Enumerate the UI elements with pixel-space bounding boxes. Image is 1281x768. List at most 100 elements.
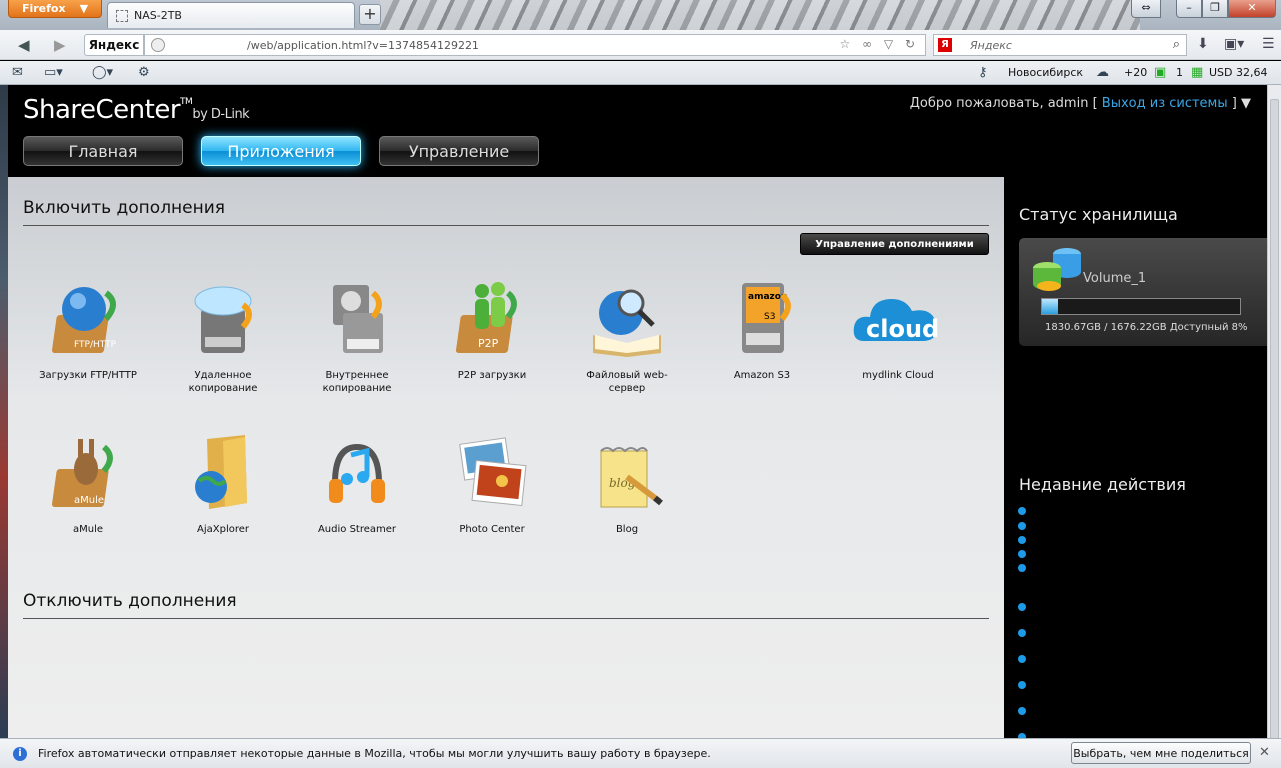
choose-data-button[interactable]: Выбрать, чем мне поделиться xyxy=(1071,742,1251,764)
key-icon[interactable]: ⚷ xyxy=(978,65,988,80)
recent-activity-title: Недавние действия xyxy=(1019,475,1186,494)
mail-icon[interactable]: ✉ xyxy=(12,65,23,80)
nav-home-button[interactable]: Главная xyxy=(23,136,183,166)
back-button[interactable]: ◀ xyxy=(18,36,30,54)
storage-status-title: Статус хранилища xyxy=(1019,205,1178,224)
welcome-bracket: ] xyxy=(1231,96,1237,111)
app-amazon-s3[interactable]: amazon S3 Amazon S3 xyxy=(707,279,817,382)
sharecenter-logo: ShareCenterTMby D-Link xyxy=(23,95,250,125)
photo-center-icon xyxy=(452,433,532,513)
search-placeholder: Яндекс xyxy=(970,38,1012,52)
window-controls: – ❐ ✕ xyxy=(1176,0,1276,18)
app-ajaxplorer[interactable]: AjaXplorer xyxy=(168,433,278,536)
ftp-http-icon: FTP/HTTP xyxy=(48,279,128,359)
currency-rate[interactable]: USD 32,64 xyxy=(1209,66,1268,79)
logout-link[interactable]: Выход из системы xyxy=(1102,96,1228,111)
settings-icon[interactable]: ⚙ xyxy=(138,65,150,80)
search-icon[interactable]: ⌕ xyxy=(1173,37,1180,52)
database-icon xyxy=(1031,246,1083,294)
addons-content: Включить дополнения Управление дополнени… xyxy=(8,177,1004,738)
screenshot-icon[interactable]: ▭▾ xyxy=(44,65,63,80)
svg-text:P2P: P2P xyxy=(478,337,499,350)
app-remote-backup[interactable]: Удаленное копирование xyxy=(168,279,278,395)
weather-temp[interactable]: +20 xyxy=(1124,66,1147,79)
chat-icon[interactable]: ◯▾ xyxy=(92,65,113,80)
volume-card[interactable]: Volume_1 1830.67GB / 1676.22GB Доступный… xyxy=(1019,238,1267,346)
tab-title: NAS-2TB xyxy=(134,9,182,22)
app-blog[interactable]: blog Blog xyxy=(572,433,682,536)
welcome-text: Добро пожаловать, admin [ Выход из систе… xyxy=(910,96,1251,111)
url-bar[interactable]: /web/application.html?v=1374854129221 ☆ … xyxy=(144,34,926,56)
app-label: Photo Center xyxy=(459,524,525,535)
menu-icon[interactable]: ☰ xyxy=(1262,36,1275,52)
browser-tab[interactable]: NAS-2TB xyxy=(107,2,355,28)
svg-text:FTP/HTTP: FTP/HTTP xyxy=(74,340,117,350)
manage-addons-label: Управление дополнениями xyxy=(815,238,974,250)
nav-applications-label: Приложения xyxy=(227,141,335,161)
local-backup-icon xyxy=(317,279,397,359)
yandex-button[interactable]: Яндекс xyxy=(84,34,144,56)
app-ftp-http[interactable]: FTP/HTTP Загрузки FTP/HTTP xyxy=(33,279,143,382)
manage-addons-button[interactable]: Управление дополнениями xyxy=(800,233,989,255)
window-titlebar: Firefox ▼ NAS-2TB + ⇔ – ❐ ✕ xyxy=(0,0,1281,30)
url-bar-icons[interactable]: ☆ ∞ ▽ ↻ xyxy=(840,37,919,51)
recent-activity-dot xyxy=(1018,681,1026,689)
recent-activity-dot xyxy=(1018,564,1026,572)
site-identity-icon[interactable] xyxy=(151,38,165,52)
recent-activity-dot xyxy=(1018,507,1026,515)
titlebar-background xyxy=(380,0,1140,30)
new-tab-button[interactable]: + xyxy=(359,4,381,25)
app-audio-streamer[interactable]: Audio Streamer xyxy=(302,433,412,536)
app-p2p[interactable]: P2P P2P загрузки xyxy=(437,279,547,382)
choose-data-label: Выбрать, чем мне поделиться xyxy=(1073,746,1249,760)
dropdown-arrow-icon: ▼ xyxy=(79,2,89,15)
mydlink-cloud-icon: cloud xyxy=(853,279,939,359)
page-scrollbar[interactable] xyxy=(1267,85,1281,739)
recent-activity-dot xyxy=(1018,536,1026,544)
recent-activity-dot xyxy=(1018,522,1026,530)
app-amule[interactable]: aMule aMule xyxy=(33,433,143,536)
info-icon: i xyxy=(13,747,27,761)
app-label: Загрузки FTP/HTTP xyxy=(39,370,137,381)
close-notification-icon[interactable]: ✕ xyxy=(1259,745,1270,760)
disabled-addons-title: Отключить дополнения xyxy=(23,591,237,611)
nav-home-label: Главная xyxy=(68,141,138,161)
p2p-icon: P2P xyxy=(452,279,532,359)
nav-management-button[interactable]: Управление xyxy=(379,136,539,166)
yandex-label: Яндекс xyxy=(88,38,140,52)
app-label: Amazon S3 xyxy=(733,370,791,381)
bookmarks-icon[interactable]: ▣▾ xyxy=(1224,36,1244,52)
volume-usage-bar xyxy=(1041,298,1241,315)
app-label: mydlink Cloud xyxy=(862,370,934,381)
nav-applications-button[interactable]: Приложения xyxy=(201,136,361,166)
svg-text:S3: S3 xyxy=(764,312,775,322)
search-input[interactable]: Я Яндекс ⌕ xyxy=(933,34,1187,56)
app-mydlink-cloud[interactable]: cloud mydlink Cloud xyxy=(843,279,953,382)
restore-tab-icon[interactable]: ⇔ xyxy=(1131,0,1161,18)
firefox-menu-button[interactable]: Firefox ▼ xyxy=(8,0,102,18)
status-sidebar: Статус хранилища Volume_1 1830.67GB / 16… xyxy=(1004,191,1267,741)
dropdown-arrow-icon[interactable]: ▼ xyxy=(1241,96,1251,111)
app-photo-center[interactable]: Photo Center xyxy=(437,433,547,536)
maximize-button[interactable]: ❐ xyxy=(1202,0,1228,18)
yandex-bar: ✉ ▭▾ ◯▾ ⚙ ⚷ Новосибирск ☁ +20 ▣ 1 ▦ USD … xyxy=(0,61,1281,85)
welcome-label: Добро пожаловать, admin [ xyxy=(909,96,1098,111)
close-window-button[interactable]: ✕ xyxy=(1228,0,1276,18)
svg-text:aMule: aMule xyxy=(74,495,104,506)
mail-count[interactable]: 1 xyxy=(1176,66,1183,79)
volume-info: 1830.67GB / 1676.22GB Доступный 8% xyxy=(1045,322,1248,333)
remote-backup-icon xyxy=(183,279,263,359)
logo-trademark: TM xyxy=(180,97,193,107)
currency-icon: ▦ xyxy=(1191,65,1204,80)
app-label: Файловый web-сервер xyxy=(586,370,668,394)
divider xyxy=(23,225,989,226)
download-icon[interactable]: ⬇ xyxy=(1197,36,1209,52)
scrollbar-thumb[interactable] xyxy=(1270,99,1279,739)
app-web-file-server[interactable]: Файловый web-сервер xyxy=(572,279,682,395)
city-label[interactable]: Новосибирск xyxy=(1008,66,1083,79)
forward-button[interactable]: ▶ xyxy=(54,36,66,54)
logo-by: by D-Link xyxy=(192,107,250,122)
app-local-backup[interactable]: Внутреннее копирование xyxy=(302,279,412,395)
minimize-button[interactable]: – xyxy=(1176,0,1202,18)
weather-icon: ☁ xyxy=(1096,65,1109,80)
